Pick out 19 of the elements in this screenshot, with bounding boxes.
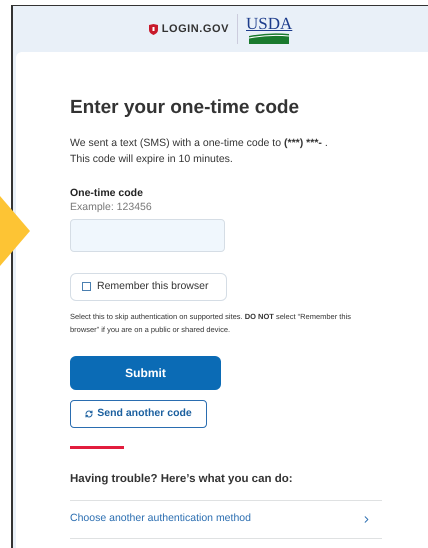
remember-checkbox[interactable]: Remember this browser	[70, 272, 227, 300]
checkbox-label: Remember this browser	[97, 278, 208, 294]
sent-message: We sent a text (SMS) with a one-time code to (***) ***- .	[70, 136, 329, 150]
shield-icon	[148, 24, 158, 34]
partner-name: USDA	[246, 14, 292, 32]
submit-button[interactable]: Submit	[70, 356, 221, 390]
field-label: One-time code	[70, 186, 144, 200]
auth-method-link[interactable]: Choose another authentication method	[70, 500, 382, 539]
field-logo-icon	[249, 32, 290, 44]
arrow-marker-icon	[0, 196, 30, 266]
refresh-icon	[85, 410, 94, 418]
checkbox-box[interactable]	[82, 282, 91, 291]
brand-name: LOGIN.GOV	[162, 22, 229, 37]
page-title: Enter your one-time code	[70, 96, 300, 120]
send-code-button[interactable]: Send another code	[70, 400, 207, 428]
trouble-heading: Having trouble? Here’s what you can do:	[70, 472, 294, 486]
expiry-message: This code will expire in 10 minutes.	[70, 152, 234, 166]
code-input-field[interactable]	[70, 218, 225, 252]
field-hint: Example: 123456	[70, 200, 153, 214]
